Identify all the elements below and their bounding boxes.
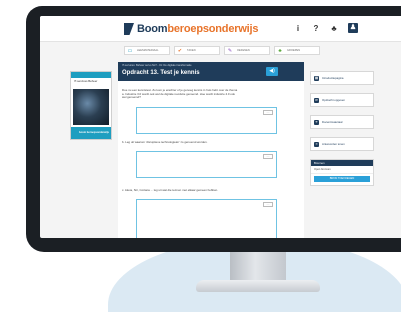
sidebar-item-label: Docentmateriaal [322, 120, 343, 124]
tab-label: TAKEN [187, 49, 196, 52]
cover-title: IT-services Beheer [74, 79, 98, 83]
accessibility-icon[interactable]: ♣ [330, 24, 338, 33]
info-icon[interactable]: i [294, 24, 302, 33]
sidebar-item-label: Antwoorden tonen [322, 142, 345, 146]
sidebar-item-opdracht-opgeven[interactable]: ➦ Opdracht opgeven [310, 93, 374, 107]
cover-photo [73, 89, 109, 125]
monitor-frame: Boomberoepsonderwijs i ? ♣ ♟ ▭ LEESMATER… [26, 6, 401, 252]
book-cover[interactable]: IT-services Beheer boom beroepsonderwijs [70, 71, 112, 140]
cover-bottom-band: boom beroepsonderwijs [71, 127, 111, 139]
assignment-panel: IT-services: Beheer servo NLT - 01: De d… [118, 62, 304, 238]
top-icons: i ? ♣ ♟ [294, 23, 358, 33]
top-bar: Boomberoepsonderwijs i ? ♣ ♟ [40, 16, 401, 42]
speaker-icon[interactable]: ◀) [266, 67, 278, 76]
sidebar-item-label: Opdracht opgeven [322, 98, 346, 102]
breadcrumb: IT-services: Beheer servo NLT - 01: De d… [122, 64, 192, 67]
book-icon: ▭ [127, 47, 133, 54]
logo[interactable]: Boomberoepsonderwijs [124, 23, 259, 35]
tab-leesmateriaal[interactable]: ▭ LEESMATERIAAL [124, 46, 170, 55]
grid-icon: ▦ [314, 75, 319, 81]
cover-top-band [71, 72, 111, 78]
tab-oefenen[interactable]: ✎ OEFENEN [224, 46, 270, 55]
answer-field-a[interactable]: ··· [136, 107, 277, 134]
question-b-text: b. Leg uit waarom 'disruptieve technolog… [122, 140, 208, 144]
answer-field-c[interactable]: ··· [136, 199, 277, 238]
add-source-button[interactable]: BRON TOEVOEGEN [314, 176, 370, 182]
sources-panel: Bronnen Open bronnen BRON TOEVOEGEN [310, 159, 374, 186]
monitor-base [196, 280, 320, 292]
logo-text: Boomberoepsonderwijs [137, 23, 259, 35]
tab-groepen[interactable]: ♣ GROEPEN [274, 46, 320, 55]
page-title: Opdracht 13. Test je kennis [122, 70, 200, 76]
sidebar-item-antwoorden-tonen[interactable]: ≡ Antwoorden tonen [310, 137, 374, 151]
sidebar-item-label: Introductiepagina [322, 76, 344, 80]
screen: Boomberoepsonderwijs i ? ♣ ♟ ▭ LEESMATER… [40, 16, 401, 238]
more-icon[interactable]: ··· [263, 154, 273, 159]
check-icon: ✔ [177, 47, 183, 54]
tab-taken[interactable]: ✔ TAKEN [174, 46, 220, 55]
logo-mark [124, 23, 134, 35]
tab-label: OEFENEN [237, 49, 250, 52]
answer-field-b[interactable]: ··· [136, 151, 277, 178]
pencil-icon: ✎ [227, 47, 233, 54]
question-c-text: c. Alexa, Siri, Cortana ... leg uit wat … [122, 188, 219, 192]
more-icon[interactable]: ··· [263, 110, 273, 115]
sidebar-item-docentmateriaal[interactable]: ⚭ Docentmateriaal [310, 115, 374, 129]
group-icon: ♣ [278, 47, 282, 54]
tab-bar: ▭ LEESMATERIAAL ✔ TAKEN ✎ OEFENEN ♣ GROE… [124, 46, 320, 55]
list-icon: ≡ [314, 141, 319, 147]
sidebar-item-introductiepagina[interactable]: ▦ Introductiepagina [310, 71, 374, 85]
link-icon: ⚭ [314, 119, 319, 125]
cover-brand: boom beroepsonderwijs [79, 131, 109, 134]
tab-label: GROEPEN [287, 49, 301, 52]
sources-item[interactable]: Open bronnen [311, 166, 373, 174]
more-icon[interactable]: ··· [263, 202, 273, 207]
help-icon[interactable]: ? [312, 24, 320, 33]
assignment-header: IT-services: Beheer servo NLT - 01: De d… [118, 62, 304, 81]
share-icon: ➦ [314, 97, 319, 103]
user-icon[interactable]: ♟ [348, 23, 358, 33]
tab-label: LEESMATERIAAL [137, 49, 159, 52]
question-a-text: Doe nu een kennistest. Zo kom je erachte… [122, 88, 238, 100]
